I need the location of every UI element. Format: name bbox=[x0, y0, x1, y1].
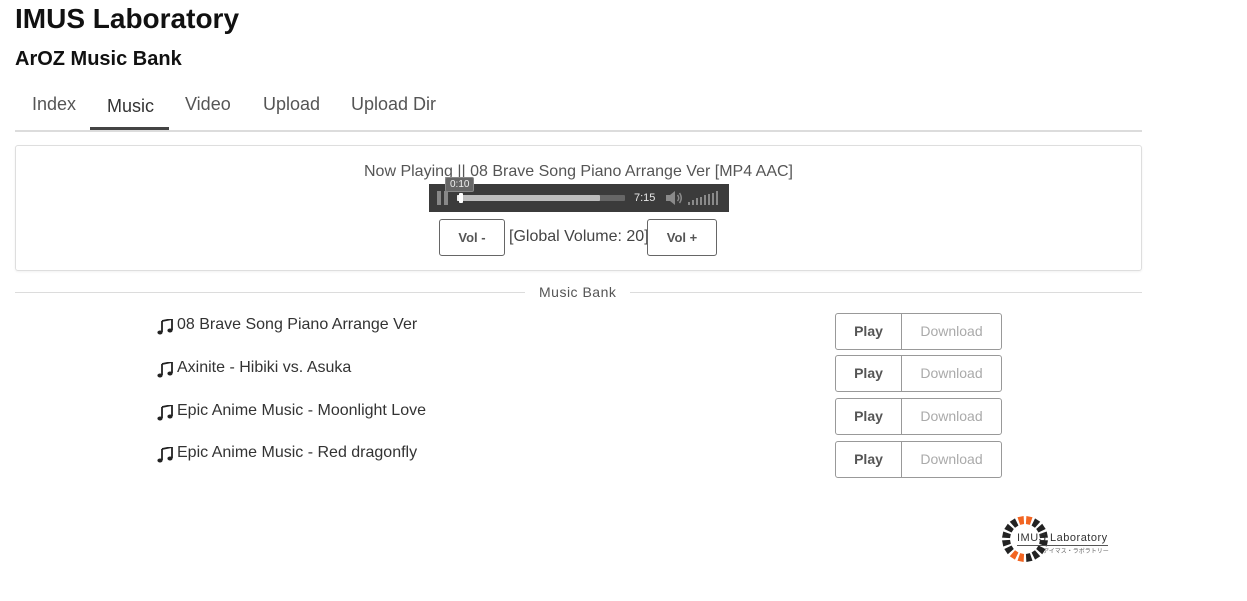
track-actions: Play Download bbox=[835, 313, 1002, 350]
logo-ring-segment bbox=[1004, 523, 1014, 533]
track-name: Epic Anime Music - Moonlight Love bbox=[177, 402, 426, 419]
logo-ring-segment bbox=[1002, 539, 1011, 547]
music-note-icon bbox=[157, 362, 173, 378]
logo-subtitle: アイマス・ラボラトリー bbox=[1043, 549, 1109, 555]
music-note-icon bbox=[157, 447, 173, 463]
download-button[interactable]: Download bbox=[902, 399, 1001, 434]
logo-ring-segment bbox=[1017, 553, 1025, 562]
now-playing-text: Now Playing || 08 Brave Song Piano Arran… bbox=[364, 163, 793, 180]
music-bank-heading: Music Bank bbox=[525, 284, 631, 300]
duration-label: 7:15 bbox=[634, 192, 656, 204]
track-name: 08 Brave Song Piano Arrange Ver bbox=[177, 316, 418, 333]
progress-track[interactable] bbox=[457, 193, 625, 203]
logo-ring-segment bbox=[1002, 531, 1011, 539]
site-title: IMUS Laboratory bbox=[15, 3, 240, 34]
logo-ring-segment bbox=[1025, 516, 1033, 525]
tab-upload-dir[interactable]: Upload Dir bbox=[351, 94, 436, 115]
current-time-tooltip: 0:10 bbox=[445, 177, 475, 192]
volume-down-button[interactable]: Vol - bbox=[439, 219, 505, 256]
player-card: Now Playing || 08 Brave Song Piano Arran… bbox=[15, 145, 1142, 271]
tab-index[interactable]: Index bbox=[32, 94, 76, 115]
page-title: ArOZ Music Bank bbox=[15, 48, 182, 70]
download-button[interactable]: Download bbox=[902, 442, 1001, 477]
logo-ring-segment bbox=[1031, 550, 1041, 560]
track-name: Axinite - Hibiki vs. Asuka bbox=[177, 359, 352, 376]
tab-music[interactable]: Music bbox=[107, 96, 154, 117]
logo-ring-segment bbox=[1031, 518, 1041, 528]
play-button[interactable]: Play bbox=[836, 442, 902, 477]
tab-bar: Index Music Video Upload Upload Dir bbox=[15, 86, 1142, 132]
logo-ring-segment bbox=[1017, 516, 1025, 525]
volume-slider[interactable] bbox=[688, 191, 722, 205]
logo-ring-segment bbox=[1004, 545, 1014, 555]
logo-ring-segment bbox=[1025, 553, 1033, 562]
track-actions: Play Download bbox=[835, 441, 1002, 478]
logo-ring-segment bbox=[1009, 518, 1019, 528]
progress-handle[interactable] bbox=[458, 193, 463, 203]
speaker-icon[interactable] bbox=[665, 190, 683, 206]
play-button[interactable]: Play bbox=[836, 314, 902, 349]
play-button[interactable]: Play bbox=[836, 399, 902, 434]
play-button[interactable]: Play bbox=[836, 356, 902, 391]
download-button[interactable]: Download bbox=[902, 314, 1001, 349]
global-volume-label: [Global Volume: 20] bbox=[509, 228, 649, 245]
imus-logo: IMUS Laboratory アイマス・ラボラトリー bbox=[1001, 515, 1131, 563]
track-name: Epic Anime Music - Red dragonfly bbox=[177, 444, 418, 461]
tab-video[interactable]: Video bbox=[185, 94, 231, 115]
logo-title: IMUS Laboratory bbox=[1017, 532, 1108, 546]
track-actions: Play Download bbox=[835, 355, 1002, 392]
download-button[interactable]: Download bbox=[902, 356, 1001, 391]
music-note-icon bbox=[157, 319, 173, 335]
track-actions: Play Download bbox=[835, 398, 1002, 435]
tab-upload[interactable]: Upload bbox=[263, 94, 320, 115]
volume-up-button[interactable]: Vol + bbox=[647, 219, 717, 256]
pause-icon[interactable] bbox=[437, 191, 449, 205]
music-note-icon bbox=[157, 405, 173, 421]
audio-player: 0:10 7:15 bbox=[429, 177, 729, 212]
progress-buffer bbox=[457, 195, 600, 201]
logo-ring-segment bbox=[1009, 550, 1019, 560]
active-tab-indicator bbox=[90, 127, 169, 130]
